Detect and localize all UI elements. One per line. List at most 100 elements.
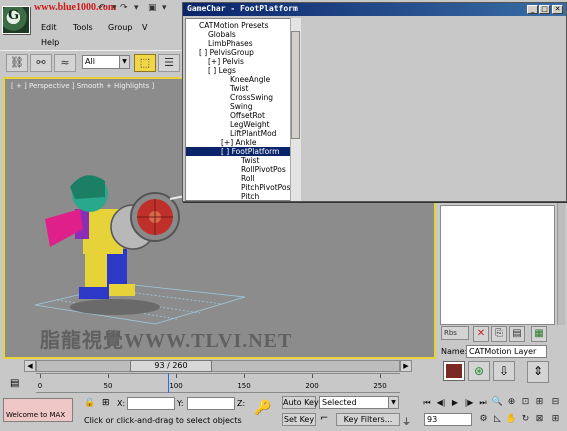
main-toolbar: ⛓ ⚯ ≈ All ▼ ⬚ ☰ xyxy=(0,50,182,74)
undo-icon[interactable]: ↶ xyxy=(98,3,108,13)
time-slider-next-icon[interactable]: ▶ xyxy=(400,360,412,372)
next-frame-icon[interactable]: |▶ xyxy=(462,396,476,409)
x-coordinate-field[interactable] xyxy=(127,397,175,410)
go-to-end-icon[interactable]: ⏭ xyxy=(476,396,490,409)
tree-item[interactable]: Twist xyxy=(241,156,259,165)
tree-item-label: [ ] Legs xyxy=(208,66,236,75)
tree-item[interactable]: KneeAngle xyxy=(230,75,270,84)
layer-active-icon[interactable]: ⊛ xyxy=(468,361,490,381)
quick-access-dropdown-icon[interactable]: ▾ xyxy=(162,3,172,13)
tree-item[interactable]: CrossSwing xyxy=(230,93,273,102)
tree-item[interactable]: Roll xyxy=(241,174,255,183)
tree-item-label: [ ] PelvisGroup xyxy=(199,48,254,57)
link-icon[interactable]: ⛓ xyxy=(6,54,28,72)
delete-icon[interactable]: ✕ xyxy=(473,326,489,342)
maxscript-listener[interactable]: Welcome to MAX xyxy=(3,398,73,422)
key-mode-toggle-icon[interactable]: ⏚ xyxy=(402,415,411,428)
min-max-toggle-icon[interactable]: ⊞ xyxy=(549,413,562,426)
chevron-down-icon: ▼ xyxy=(388,397,398,408)
minimize-icon[interactable]: _ xyxy=(527,5,538,14)
tree-scrollbar-thumb[interactable] xyxy=(291,31,300,139)
command-panel-rollout-area[interactable] xyxy=(440,205,555,325)
zoom-all-icon[interactable]: ⊕ xyxy=(505,396,518,409)
tree-item[interactable]: PitchPivotPos xyxy=(241,183,290,192)
layer-graph-icon[interactable]: ▦ xyxy=(531,326,547,342)
set-key-button[interactable]: Set Key xyxy=(282,413,316,426)
tree-item[interactable]: OffsetRot xyxy=(230,111,265,120)
tree-item[interactable]: LimbPhases xyxy=(208,39,253,48)
go-to-start-icon[interactable]: ⏮ xyxy=(420,396,434,409)
tree-item-selected[interactable]: [ ] FootPlatform xyxy=(186,147,290,156)
layer-name-field[interactable]: CATMotion Layer xyxy=(466,345,547,358)
y-coordinate-field[interactable] xyxy=(187,397,235,410)
menu-views[interactable]: V xyxy=(142,23,147,32)
tree-item-label: LegWeight xyxy=(230,120,270,129)
tree-item[interactable]: Pitch xyxy=(241,192,259,200)
tree-item[interactable]: [+] Ankle xyxy=(221,138,256,147)
walkthrough-icon[interactable]: ⊟ xyxy=(549,396,562,409)
redo-icon[interactable]: ↷ xyxy=(120,3,130,13)
field-of-view-icon[interactable]: ◺ xyxy=(491,413,504,426)
play-icon[interactable]: ▶ xyxy=(448,396,462,409)
lock-selection-icon[interactable]: 🔒 xyxy=(84,398,95,408)
tree-item[interactable]: LiftPlantMod xyxy=(230,129,276,138)
catmotion-dialog[interactable]: GameChar - FootPlatform _ □ ✕ CATMotion … xyxy=(182,2,567,202)
mini-curve-editor-icon[interactable]: ▤ xyxy=(10,378,19,389)
key-icon[interactable]: 🔑 xyxy=(252,400,274,418)
zoom-extents-icon[interactable]: ⊡ xyxy=(519,396,532,409)
selection-filter-value: All xyxy=(85,57,95,66)
dialog-titlebar[interactable]: GameChar - FootPlatform _ □ ✕ xyxy=(183,3,566,16)
tree-item[interactable]: [ ] Legs xyxy=(208,66,236,75)
maximize-icon[interactable]: □ xyxy=(539,5,550,14)
tree-item[interactable]: LegWeight xyxy=(230,120,270,129)
tree-item[interactable]: CATMotion Presets xyxy=(199,21,268,30)
tick-label: 50 xyxy=(103,382,113,390)
catmotion-tree[interactable]: CATMotion Presets Globals LimbPhases [ ]… xyxy=(185,18,301,201)
tree-item[interactable]: [ ] PelvisGroup xyxy=(199,48,254,57)
select-object-icon[interactable]: ⬚ xyxy=(134,54,156,72)
save-icon[interactable]: ▣ xyxy=(148,3,158,13)
bind-space-warp-icon[interactable]: ≈ xyxy=(54,54,76,72)
previous-frame-icon[interactable]: ◀| xyxy=(434,396,448,409)
close-icon[interactable]: ✕ xyxy=(552,5,563,14)
absolute-mode-icon[interactable]: ⊞ xyxy=(102,398,110,408)
key-tangent-icon[interactable]: ⌐ xyxy=(320,413,328,424)
paste-icon[interactable]: ▤ xyxy=(509,326,525,342)
zoom-extents-all-icon[interactable]: ⊞ xyxy=(533,396,546,409)
tree-item[interactable]: Twist xyxy=(230,84,248,93)
auto-key-button[interactable]: Auto Key xyxy=(282,396,319,409)
maximize-viewport-icon[interactable]: ⊠ xyxy=(533,413,546,426)
time-slider-track[interactable] xyxy=(36,360,400,372)
time-slider-thumb[interactable]: 93 / 260 xyxy=(130,360,212,372)
menu-group[interactable]: Group xyxy=(108,23,132,32)
menu-tools[interactable]: Tools xyxy=(73,23,93,32)
z-label: Z: xyxy=(237,399,246,408)
track-bar[interactable]: 0 50 100 150 200 250 xyxy=(36,373,400,393)
layer-collapse-icon[interactable]: ⇩ xyxy=(493,361,515,381)
tick xyxy=(40,374,41,378)
rbs-button[interactable]: Rbs xyxy=(441,326,469,340)
tree-item-label: LimbPhases xyxy=(208,39,253,48)
tree-item[interactable]: Swing xyxy=(230,102,253,111)
tree-item[interactable]: [+] Pelvis xyxy=(208,57,244,66)
tree-item[interactable]: Globals xyxy=(208,30,236,39)
key-filters-button[interactable]: Key Filters... xyxy=(336,413,400,426)
layer-color-swatch[interactable] xyxy=(443,361,465,381)
select-by-name-icon[interactable]: ☰ xyxy=(158,54,180,72)
key-mode-dropdown[interactable]: Selected ▼ xyxy=(319,396,399,409)
zoom-icon[interactable]: 🔍 xyxy=(491,396,504,409)
selection-filter-dropdown[interactable]: All ▼ xyxy=(82,55,130,69)
tree-item-label: CrossSwing xyxy=(230,93,274,102)
current-frame-field[interactable]: 93 xyxy=(424,413,472,426)
copy-icon[interactable]: ⎘ xyxy=(491,326,507,342)
tree-item[interactable]: RollPivotPos xyxy=(241,165,286,174)
menu-help[interactable]: Help xyxy=(41,38,59,47)
time-config-icon[interactable]: ⚙ xyxy=(477,413,490,426)
orbit-icon[interactable]: ↻ xyxy=(519,413,532,426)
time-slider-prev-icon[interactable]: ◀ xyxy=(24,360,36,372)
menu-edit[interactable]: Edit xyxy=(41,23,57,32)
layer-move-icon[interactable]: ⇕ xyxy=(527,361,549,383)
unlink-icon[interactable]: ⚯ xyxy=(30,54,52,72)
redo-dropdown-icon[interactable]: ▾ xyxy=(134,3,144,13)
pan-icon[interactable]: ✋ xyxy=(505,413,518,426)
